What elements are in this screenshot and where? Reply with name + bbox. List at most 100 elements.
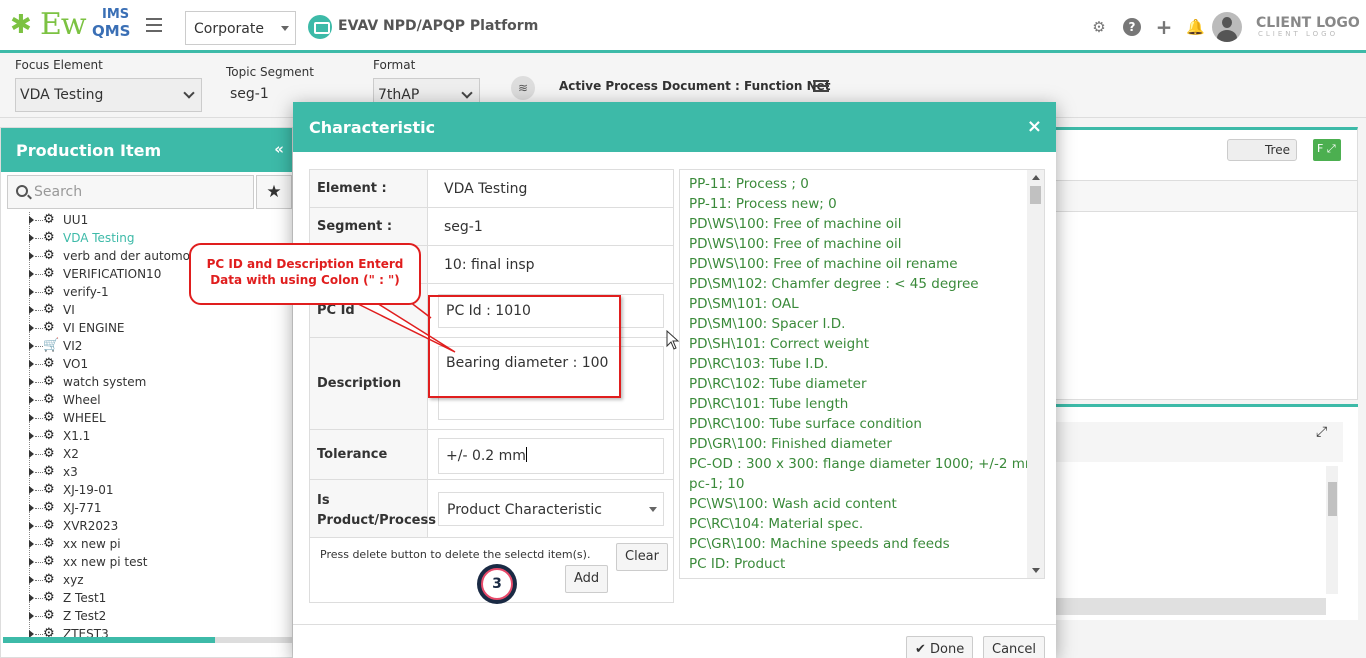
type-select[interactable]: Product Characteristic bbox=[438, 492, 664, 526]
list-item[interactable]: PD\RC\102: Tube diameter bbox=[689, 374, 867, 394]
scroll-up-icon[interactable] bbox=[1032, 175, 1040, 180]
tree-item[interactable]: ⚙ XJ-19-01 bbox=[27, 481, 287, 499]
expand-arrow-icon[interactable] bbox=[29, 594, 34, 602]
tree-item[interactable]: ⚙ VI ENGINE bbox=[27, 319, 287, 337]
tree-item[interactable]: 🛒 VI2 bbox=[27, 337, 287, 355]
tree-item[interactable]: ⚙ XVR2023 bbox=[27, 517, 287, 535]
gear-icon[interactable]: ⚙ bbox=[1090, 18, 1108, 36]
list-item[interactable]: PC\WS\100: Wash acid content bbox=[689, 494, 897, 514]
ewqms-logo[interactable]: ✱ Ew IMS QMS bbox=[10, 8, 130, 42]
horizontal-scrollbar[interactable] bbox=[3, 637, 293, 643]
expand-arrow-icon[interactable] bbox=[29, 396, 34, 404]
help-icon[interactable]: ? bbox=[1123, 18, 1141, 36]
expand-arrow-icon[interactable] bbox=[29, 342, 34, 350]
expand-arrow-icon[interactable] bbox=[29, 612, 34, 620]
vertical-scrollbar[interactable] bbox=[1326, 466, 1338, 594]
list-item[interactable]: PD\SM\100: Spacer I.D. bbox=[689, 314, 845, 334]
org-select[interactable]: Corporate bbox=[185, 11, 296, 45]
list-item[interactable]: PC\RC\104: Material spec. bbox=[689, 514, 863, 534]
expand-arrow-icon[interactable] bbox=[29, 432, 34, 440]
done-button[interactable]: ✔ Done bbox=[906, 636, 974, 658]
tree-item[interactable]: ⚙ xx new pi bbox=[27, 535, 287, 553]
tree-item[interactable]: ⚙ X1.1 bbox=[27, 427, 287, 445]
expand-arrow-icon[interactable] bbox=[29, 360, 34, 368]
sliders-icon[interactable] bbox=[813, 80, 829, 94]
cancel-button[interactable]: Cancel bbox=[983, 636, 1046, 658]
expand-arrow-icon[interactable] bbox=[29, 216, 34, 224]
expand-arrow-icon[interactable] bbox=[29, 540, 34, 548]
expand-arrow-icon[interactable] bbox=[29, 450, 34, 458]
avatar[interactable] bbox=[1212, 12, 1242, 42]
expand-arrow-icon[interactable] bbox=[29, 504, 34, 512]
expand-arrow-icon[interactable] bbox=[29, 324, 34, 332]
bell-icon[interactable]: 🔔 bbox=[1186, 18, 1205, 36]
star-icon[interactable]: ★ bbox=[256, 175, 292, 209]
tree-item[interactable]: ⚙ xx new pi test bbox=[27, 553, 287, 571]
expand-arrow-icon[interactable] bbox=[29, 252, 34, 260]
f-badge[interactable]: F ⤢ bbox=[1313, 139, 1341, 161]
list-item[interactable]: PD\SM\101: OAL bbox=[689, 294, 799, 314]
list-item[interactable]: PD\RC\100: Tube surface condition bbox=[689, 414, 922, 434]
scrollbar-thumb[interactable] bbox=[3, 637, 215, 643]
expand-arrow-icon[interactable] bbox=[29, 234, 34, 242]
tree-item[interactable]: ⚙ x3 bbox=[27, 463, 287, 481]
focus-element-select[interactable]: VDA Testing bbox=[15, 78, 202, 112]
expand-arrow-icon[interactable] bbox=[29, 270, 34, 278]
list-item[interactable]: PP-11: Process new; 0 bbox=[689, 194, 837, 214]
tree-toggle[interactable]: Tree bbox=[1227, 139, 1297, 161]
collapse-icon[interactable]: « bbox=[274, 140, 284, 158]
list-item[interactable]: PD\SM\102: Chamfer degree : < 45 degree bbox=[689, 274, 979, 294]
list-item[interactable]: PD\GR\100: Finished diameter bbox=[689, 434, 892, 454]
expand-arrow-icon[interactable] bbox=[29, 468, 34, 476]
tree-item[interactable]: ⚙ xyz bbox=[27, 571, 287, 589]
expand-arrow-icon[interactable] bbox=[29, 486, 34, 494]
tree-item[interactable]: ⚙ watch system bbox=[27, 373, 287, 391]
list-item[interactable]: PD\RC\101: Tube length bbox=[689, 394, 848, 414]
list-item[interactable]: PD\WS\100: Free of machine oil bbox=[689, 214, 901, 234]
layers-icon[interactable]: ≋ bbox=[511, 76, 535, 100]
tree-item[interactable]: ⚙ X2 bbox=[27, 445, 287, 463]
expand-arrow-icon[interactable] bbox=[29, 306, 34, 314]
tree-item[interactable]: ⚙ XJ-771 bbox=[27, 499, 287, 517]
list-item[interactable]: PD\RC\103: Tube I.D. bbox=[689, 354, 828, 374]
horizontal-scrollbar[interactable] bbox=[1055, 598, 1326, 615]
tree-item[interactable]: ⚙ Wheel bbox=[27, 391, 287, 409]
expand-arrow-icon[interactable] bbox=[29, 288, 34, 296]
scrollbar-thumb[interactable] bbox=[1030, 186, 1041, 204]
tree-item[interactable]: ⚙ Z Test2 bbox=[27, 607, 287, 625]
tree-item[interactable]: ⚙ Z Test1 bbox=[27, 589, 287, 607]
add-button[interactable]: Add bbox=[565, 565, 609, 593]
tree-item[interactable]: ⚙ VO1 bbox=[27, 355, 287, 373]
expand-arrow-icon[interactable] bbox=[29, 558, 34, 566]
tree-item-label: VI bbox=[63, 303, 75, 317]
list-item[interactable]: PP-11: Process ; 0 bbox=[689, 174, 809, 194]
tolerance-input[interactable]: +/- 0.2 mm bbox=[438, 438, 664, 474]
list-item[interactable]: pc-1; 10 bbox=[689, 474, 744, 494]
topic-segment-select[interactable]: seg-1 bbox=[226, 78, 296, 112]
expand-icon[interactable]: ⤢ bbox=[1316, 424, 1327, 440]
search-input[interactable]: Search bbox=[7, 175, 254, 209]
right-panel-input[interactable] bbox=[1055, 180, 1358, 212]
expand-arrow-icon[interactable] bbox=[29, 414, 34, 422]
scroll-down-icon[interactable] bbox=[1032, 568, 1040, 573]
list-item[interactable]: PC ID: Product bbox=[689, 554, 785, 574]
hamburger-menu-icon[interactable] bbox=[146, 18, 162, 32]
tree-item[interactable]: ⚙ UU1 bbox=[27, 212, 287, 229]
close-icon[interactable]: × bbox=[1027, 116, 1042, 137]
vertical-scrollbar[interactable] bbox=[1027, 170, 1044, 578]
expand-arrow-icon[interactable] bbox=[29, 522, 34, 530]
expand-arrow-icon[interactable] bbox=[29, 630, 34, 637]
tree-item[interactable]: ⚙ WHEEL bbox=[27, 409, 287, 427]
scrollbar-thumb[interactable] bbox=[1328, 482, 1337, 516]
plus-icon[interactable]: + bbox=[1155, 17, 1173, 37]
clear-button[interactable]: Clear bbox=[616, 543, 668, 571]
list-item[interactable]: PC-OD : 300 x 300: flange diameter 1000;… bbox=[689, 454, 1038, 474]
tree-item[interactable]: ⚙ ZTEST3 bbox=[27, 625, 287, 637]
expand-arrow-icon[interactable] bbox=[29, 378, 34, 386]
list-item[interactable]: PD\WS\100: Free of machine oil rename bbox=[689, 254, 958, 274]
chevron-down-icon bbox=[461, 87, 473, 99]
expand-arrow-icon[interactable] bbox=[29, 576, 34, 584]
list-item[interactable]: PD\SH\101: Correct weight bbox=[689, 334, 869, 354]
list-item[interactable]: PD\WS\100: Free of machine oil bbox=[689, 234, 901, 254]
list-item[interactable]: PC\GR\100: Machine speeds and feeds bbox=[689, 534, 950, 554]
